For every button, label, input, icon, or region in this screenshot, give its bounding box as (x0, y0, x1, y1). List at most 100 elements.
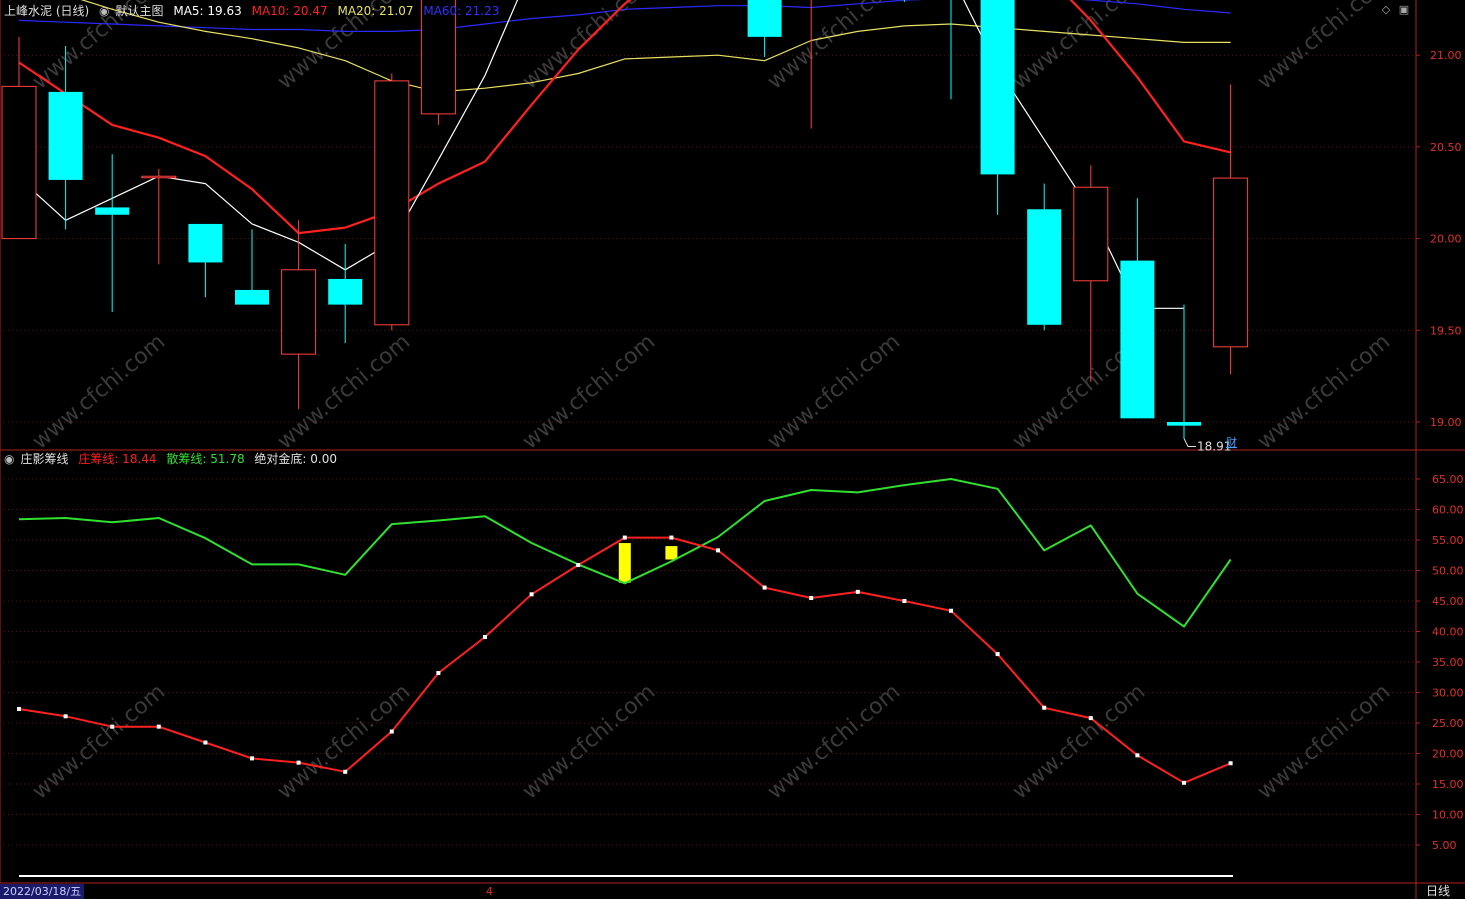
candle[interactable] (95, 154, 130, 312)
watermark-text: www.cfchi.com (1253, 0, 1395, 95)
banker-point[interactable] (156, 724, 161, 729)
banker-point[interactable] (1228, 761, 1233, 766)
banker-point[interactable] (203, 740, 208, 745)
ma5-label: MA5: 19.63 (173, 4, 242, 18)
watermark-text: www.cfchi.com (273, 679, 415, 804)
watermark-text: www.cfchi.com (763, 679, 905, 804)
main-axis-label: 20.00 (1430, 233, 1462, 246)
ma60-label: MA60: 21.23 (423, 4, 500, 18)
banker-point[interactable] (669, 535, 674, 540)
watermark-text: www.cfchi.com (763, 329, 905, 454)
candle-body-down (48, 91, 83, 180)
banker-point[interactable] (436, 670, 441, 675)
banker-point[interactable] (762, 585, 767, 590)
candle[interactable] (188, 223, 223, 298)
indicator-axis-label: 35.00 (1432, 656, 1464, 669)
watermark-text: www.cfchi.com (518, 329, 660, 454)
indicator-value-axis: 5.00 10.00 15.00 20.00 25.00 30.00 35.00 40.00 4… (1416, 473, 1464, 852)
banker-point[interactable] (902, 599, 907, 603)
watermark-text: www.cfchi.com (1253, 329, 1395, 454)
indicator-axis-label: 20.00 (1432, 748, 1464, 761)
candle[interactable] (1213, 84, 1249, 375)
banker-point[interactable] (716, 548, 720, 553)
indicator-axis-label: 65.00 (1432, 473, 1464, 486)
candle[interactable] (934, 0, 968, 100)
banker-point[interactable] (1088, 716, 1093, 721)
indicator-legend: ◉ 庄影筹线 庄筹线: 18.44 散筹线: 51.78 绝对金底: 0.00 (4, 451, 343, 467)
panel-frames (0, 0, 1465, 899)
golden-bar[interactable] (618, 543, 631, 583)
finance-badge[interactable]: 财 (1226, 435, 1237, 449)
watermark-text: www.cfchi.com (763, 0, 905, 95)
banker-point[interactable] (296, 760, 301, 765)
candle[interactable] (980, 0, 1015, 215)
indicator-axis-label: 50.00 (1432, 565, 1464, 578)
template-icon[interactable]: ◉ (99, 4, 109, 18)
watermark-text: www.cfchi.com (1008, 679, 1150, 804)
main-price-axis: 19.0019.5020.0020.5021.0021.5022.0022.50… (1416, 49, 1462, 429)
month-marker: 4 (486, 885, 493, 898)
banker-point[interactable] (949, 608, 953, 613)
watermark-text: www.cfchi.com (1008, 0, 1150, 95)
template-label[interactable]: 默认主图 (116, 4, 164, 18)
candle-body-down (980, 0, 1015, 175)
main-legend: 上峰水泥 (日线) ◉ 默认主图 MA5: 19.63 MA10: 20.47 M… (4, 3, 505, 19)
banker-point[interactable] (622, 535, 627, 540)
main-gridlines (0, 54, 1416, 423)
watermark-text: www.cfchi.com (28, 329, 170, 454)
banker-point[interactable] (343, 769, 348, 774)
banker-point[interactable] (17, 706, 21, 711)
banker-point[interactable] (529, 592, 534, 597)
indicator-axis-label: 15.00 (1432, 778, 1464, 791)
watermark-text: www.cfchi.com (1253, 679, 1395, 804)
candle[interactable] (1, 36, 37, 240)
banker-point[interactable] (389, 729, 394, 734)
candle-body-up (141, 175, 177, 179)
banker-point[interactable] (995, 652, 1000, 657)
candle[interactable] (141, 168, 177, 265)
golden-bottom-label: 绝对金底: 0.00 (254, 452, 337, 466)
banker-point[interactable] (1182, 780, 1186, 785)
candle[interactable] (328, 244, 363, 344)
main-axis-label: 19.00 (1430, 416, 1462, 429)
diamond-icon[interactable]: ◇ (1380, 4, 1392, 16)
candle[interactable] (1120, 198, 1155, 419)
banker-point[interactable] (809, 595, 814, 600)
candle[interactable] (1027, 183, 1062, 331)
candle[interactable] (235, 229, 269, 305)
golden-bar[interactable] (665, 546, 678, 560)
candle-body-down (1120, 260, 1155, 419)
ma20-label: MA20: 21.07 (337, 4, 414, 18)
main-axis-label: 19.50 (1430, 324, 1462, 337)
candle-body-up (1213, 177, 1249, 348)
candle-body-up (281, 269, 317, 355)
candle-body-up (1073, 186, 1109, 282)
banker-point[interactable] (576, 563, 581, 568)
banker-point[interactable] (250, 756, 254, 761)
ma10-label: MA10: 20.47 (251, 4, 328, 18)
banker-point[interactable] (110, 724, 115, 729)
candle[interactable] (281, 220, 317, 410)
indicator-icon[interactable]: ◉ (4, 452, 14, 466)
banker-point[interactable] (1135, 753, 1140, 758)
candle[interactable] (747, 0, 782, 58)
banker-line-label: 庄筹线: 18.44 (78, 452, 157, 466)
candle-body-down (235, 289, 269, 305)
candle[interactable] (1167, 304, 1201, 439)
banker-point[interactable] (63, 714, 68, 719)
ma10-line[interactable] (18, 0, 1231, 235)
candle[interactable] (1073, 165, 1109, 382)
panel-toggle-icon[interactable]: ▣ (1398, 4, 1410, 16)
banker-point[interactable] (483, 634, 487, 639)
low-marker-arrow (1183, 438, 1196, 448)
stock-title[interactable]: 上峰水泥 (日线) (4, 4, 89, 18)
candle[interactable] (374, 73, 410, 331)
candle-body-down (95, 207, 130, 215)
indicator-title[interactable]: 庄影筹线 (20, 452, 68, 466)
candle-body-down (188, 223, 223, 263)
candle-body-down (1167, 422, 1201, 426)
banker-point[interactable] (1042, 705, 1047, 710)
banker-point[interactable] (855, 589, 860, 594)
candle-body-up (374, 80, 410, 326)
period-label[interactable]: 日线 (1426, 884, 1450, 899)
